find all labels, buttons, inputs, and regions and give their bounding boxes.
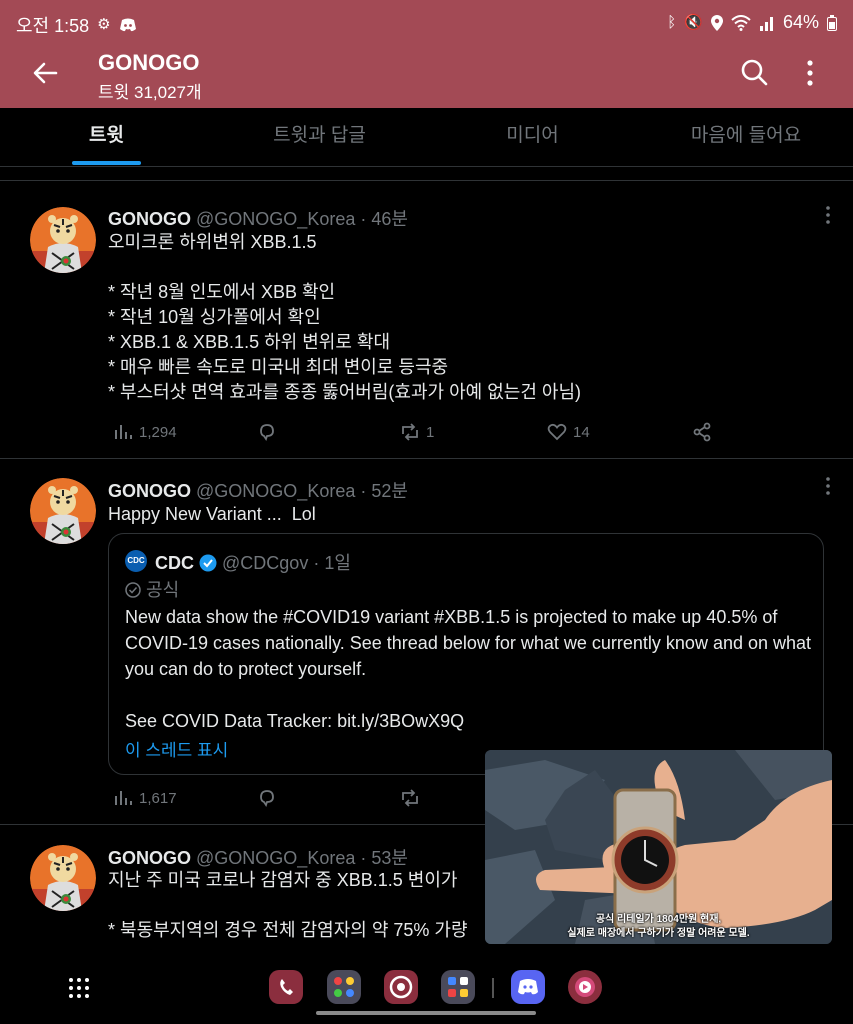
status-time: 오전 1:58 — [16, 16, 90, 36]
retweet-icon — [402, 423, 418, 441]
pip-video-player[interactable]: 공식 리테일가 1804만원 현재, 실제로 매장에서 구하기가 정말 어려운 … — [485, 750, 832, 944]
tweet-actions: 1,294 1 14 — [113, 422, 733, 446]
quote-text: New data show the #COVID19 variant #XBB.… — [125, 604, 815, 734]
active-tab-indicator — [72, 161, 141, 165]
tweet-author-name[interactable]: GONOGO — [108, 209, 191, 229]
retweet-count: 1 — [426, 423, 435, 441]
quote-tracker-link[interactable]: See COVID Data Tracker: bit.ly/3BOwX9Q — [125, 708, 815, 734]
more-options-icon[interactable] — [800, 58, 820, 88]
reply-icon — [260, 790, 274, 808]
tweet-text: 지난 주 미국 코로나 감염자 중 XBB.1.5 변이가 * 북동부지역의 경… — [108, 870, 468, 940]
reply-action[interactable] — [257, 422, 277, 442]
quote-body: New data show the #COVID19 variant #XBB.… — [125, 607, 812, 679]
tweet-meta: @GONOGO_Korea · 53분 — [196, 848, 408, 868]
status-bar: 오전 1:58 ⚙ ᛒ 🔇 64% — [0, 0, 853, 44]
tweet-more-icon[interactable] — [818, 476, 838, 496]
quote-meta: @CDCgov · 1일 — [222, 553, 351, 573]
views-action[interactable]: 1,617 — [113, 788, 177, 808]
tiger-avatar-image — [30, 845, 96, 911]
heart-icon — [547, 423, 567, 441]
signal-icon — [759, 16, 773, 31]
back-arrow-icon[interactable] — [30, 58, 60, 88]
tab-media[interactable]: 미디어 — [426, 108, 639, 166]
official-check-icon — [125, 582, 141, 598]
quote-author-name[interactable]: CDC — [155, 553, 194, 573]
tweet-text: Happy New Variant ... Lol — [108, 504, 316, 524]
share-action[interactable] — [692, 422, 712, 442]
quoted-tweet[interactable]: CDC CDC @CDCgov · 1일 공식 New data show th… — [108, 533, 824, 775]
views-action[interactable]: 1,294 — [113, 422, 177, 442]
retweet-action[interactable]: 1 — [400, 422, 434, 442]
battery-icon — [827, 14, 837, 31]
tiger-avatar-image — [30, 207, 96, 273]
music-app-icon[interactable] — [568, 970, 602, 1004]
tweet-more-icon[interactable] — [818, 205, 838, 225]
reply-action[interactable] — [257, 788, 277, 808]
tweet[interactable]: GONOGO @GONOGO_Korea · 46분 오미크론 하위변위 XBB… — [0, 181, 853, 459]
phone-app-icon[interactable] — [269, 970, 303, 1004]
dock-divider — [492, 978, 494, 998]
views-icon — [115, 425, 132, 439]
video-caption-line2: 실제로 매장에서 구하기가 정말 어려운 모델. — [567, 928, 750, 939]
avatar[interactable] — [30, 478, 96, 544]
discord-icon — [119, 18, 136, 32]
views-icon — [115, 791, 132, 805]
battery-level: 64% — [782, 12, 819, 32]
cdc-logo: CDC — [125, 550, 147, 572]
tweet-author-name[interactable]: GONOGO — [108, 481, 191, 501]
like-count: 14 — [573, 423, 590, 441]
tweet-meta: @GONOGO_Korea · 52분 — [196, 481, 408, 501]
search-icon[interactable] — [740, 58, 768, 86]
chrome-app-icon[interactable] — [384, 970, 418, 1004]
app-bar: GONOGO 트윗 31,027개 — [0, 44, 853, 108]
show-thread-link[interactable]: 이 스레드 표시 — [125, 736, 228, 761]
tweet-text: 오미크론 하위변위 XBB.1.5 * 작년 8월 인도에서 XBB 확인 * … — [108, 232, 581, 402]
retweet-action[interactable] — [400, 788, 420, 808]
views-count: 1,294 — [139, 423, 177, 441]
profile-tabs: 트윗 트윗과 답글 미디어 마음에 들어요 — [0, 108, 853, 167]
location-icon — [710, 14, 723, 31]
notification-icon: ⚙ — [97, 16, 111, 33]
app-folder-icon[interactable] — [327, 970, 361, 1004]
official-label: 공식 — [146, 580, 180, 600]
tab-tweets-and-replies[interactable]: 트윗과 답글 — [213, 108, 426, 166]
like-action[interactable]: 14 — [547, 422, 590, 442]
tab-likes[interactable]: 마음에 들어요 — [639, 108, 853, 166]
video-caption-line1: 공식 리테일가 1804만원 현재, — [595, 914, 722, 925]
tab-tweets[interactable]: 트윗 — [0, 108, 213, 166]
share-icon — [693, 422, 711, 442]
avatar[interactable] — [30, 845, 96, 911]
app-drawer-icon[interactable] — [68, 977, 90, 999]
views-count: 1,617 — [139, 789, 177, 807]
profile-title: GONOGO — [98, 50, 200, 75]
gesture-handle[interactable] — [316, 1011, 536, 1015]
retweet-icon — [402, 789, 418, 807]
app-folder-2-icon[interactable] — [441, 970, 475, 1004]
tiger-avatar-image — [30, 478, 96, 544]
tweet-meta: @GONOGO_Korea · 46분 — [196, 209, 408, 229]
tweet-author-name[interactable]: GONOGO — [108, 848, 191, 868]
reply-icon — [260, 424, 274, 442]
bluetooth-icon: ᛒ — [667, 13, 677, 31]
mute-icon: 🔇 — [684, 13, 703, 31]
avatar[interactable] — [30, 207, 96, 273]
tweet-count: 트윗 31,027개 — [98, 83, 202, 102]
wifi-icon — [731, 14, 751, 31]
verified-badge-icon — [199, 554, 217, 572]
discord-app-icon[interactable] — [511, 970, 545, 1004]
